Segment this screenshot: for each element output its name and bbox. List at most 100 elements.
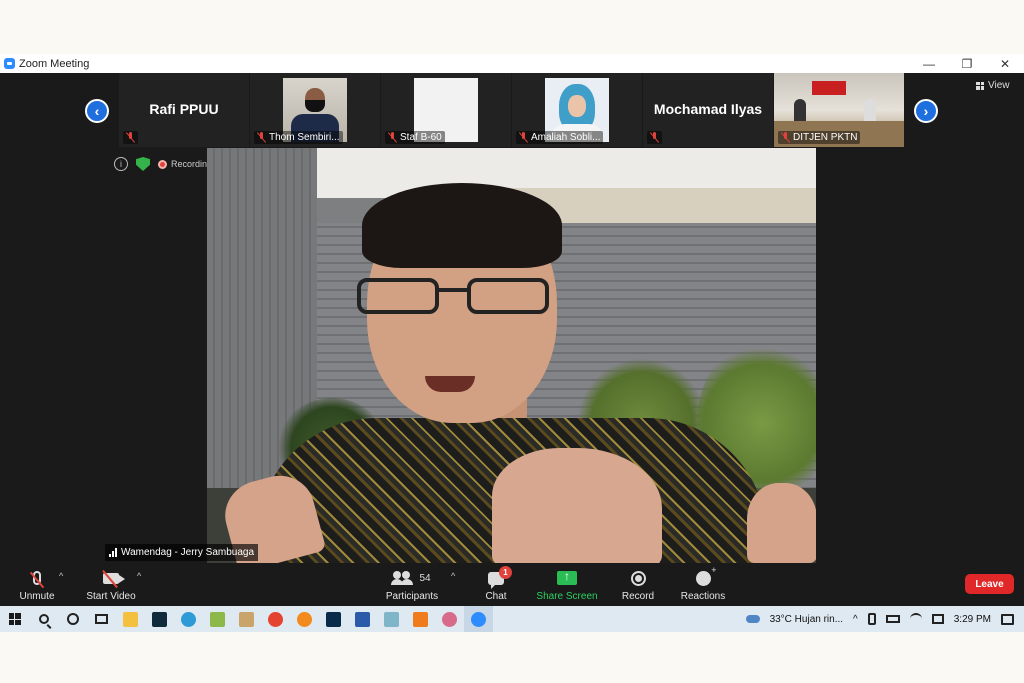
active-speaker-video <box>207 148 816 563</box>
start-video-button[interactable]: Start Video <box>84 563 138 606</box>
photoshop-icon <box>326 611 341 627</box>
leave-button[interactable]: Leave <box>965 574 1014 594</box>
task-view-icon <box>95 614 108 624</box>
task-view-button[interactable] <box>87 606 116 632</box>
next-page-button[interactable]: › <box>914 99 938 123</box>
close-button[interactable]: ✕ <box>986 54 1024 73</box>
windows-icon <box>8 613 21 625</box>
participant-tile[interactable]: Mochamad Ilyas <box>643 73 773 147</box>
participant-tile[interactable]: Staf B-60 <box>381 73 511 147</box>
cortana-icon <box>66 613 79 625</box>
participant-label: Staf B-60 <box>385 131 445 144</box>
taskbar-app[interactable] <box>145 606 174 632</box>
meeting-area: ‹ Rafi PPUU Thom Sembiri... Staf B-60 Am… <box>0 73 1024 563</box>
participant-tile[interactable]: Rafi PPUU <box>119 73 249 147</box>
taskbar-app[interactable] <box>319 606 348 632</box>
mic-muted-icon <box>126 132 135 143</box>
firefox-icon <box>297 611 312 627</box>
participant-strip: Rafi PPUU Thom Sembiri... Staf B-60 Amal… <box>119 73 904 147</box>
clock-time[interactable]: 3:29 PM <box>954 614 991 625</box>
audio-options-caret[interactable]: ^ <box>59 571 63 581</box>
app-icon <box>210 611 225 627</box>
wifi-icon[interactable] <box>909 613 922 625</box>
taskbar-app[interactable] <box>377 606 406 632</box>
taskbar-search-button[interactable] <box>29 606 58 632</box>
record-icon <box>630 570 646 586</box>
share-screen-icon <box>557 569 577 585</box>
participant-label: Thom Sembiri... <box>254 131 343 144</box>
taskbar-app[interactable] <box>290 606 319 632</box>
participants-label: Participants <box>385 591 439 602</box>
mic-muted-icon <box>257 132 266 143</box>
weather-text[interactable]: 33°C Hujan rin... <box>770 614 843 625</box>
participant-name: Mochamad Ilyas <box>653 101 763 117</box>
app-icon <box>384 611 399 627</box>
microphone-muted-icon <box>33 571 41 585</box>
share-screen-button[interactable]: Share Screen <box>536 563 598 606</box>
info-icon[interactable]: i <box>114 157 128 171</box>
taskbar-app[interactable] <box>435 606 464 632</box>
reactions-button[interactable]: Reactions <box>680 563 726 606</box>
cortana-button[interactable] <box>58 606 87 632</box>
participant-label <box>647 131 662 144</box>
reactions-icon <box>695 565 717 586</box>
mic-muted-icon <box>650 132 659 143</box>
taskbar-app[interactable] <box>116 606 145 632</box>
battery-icon[interactable] <box>885 615 900 623</box>
start-video-label: Start Video <box>86 591 136 602</box>
view-button[interactable]: View <box>976 80 1010 91</box>
participant-tile[interactable]: DITJEN PKTN <box>774 73 904 147</box>
zoom-window: Zoom Meeting — ❐ ✕ ‹ Rafi PPUU Thom Semb… <box>0 54 1024 632</box>
participant-name: Rafi PPUU <box>149 101 219 117</box>
app-icon <box>413 611 428 627</box>
taskbar-app[interactable] <box>406 606 435 632</box>
participants-button[interactable]: 54 Participants <box>384 563 440 606</box>
unmute-button[interactable]: Unmute <box>16 563 58 606</box>
taskbar-app[interactable] <box>203 606 232 632</box>
windows-taskbar: 33°C Hujan rin... ^ 3:29 PM <box>0 606 1024 632</box>
speaker-name-label: Wamendag - Jerry Sambuaga <box>105 544 259 561</box>
word-icon <box>355 611 370 627</box>
chat-unread-badge: 1 <box>499 566 512 579</box>
device-icon[interactable] <box>867 613 876 625</box>
participant-name: Amaliah Sobli... <box>531 132 601 143</box>
chat-label: Chat <box>485 591 507 602</box>
recording-label: Recording <box>171 159 213 169</box>
participant-label <box>123 131 138 144</box>
weather-icon <box>745 615 760 623</box>
participants-icon <box>391 571 413 585</box>
notification-icon[interactable] <box>1001 613 1014 625</box>
start-button[interactable] <box>0 606 29 632</box>
chrome-icon <box>268 611 283 627</box>
minimize-button[interactable]: — <box>910 54 948 73</box>
record-button[interactable]: Record <box>620 563 656 606</box>
search-icon <box>38 614 49 624</box>
system-tray: 33°C Hujan rin... ^ 3:29 PM <box>745 613 1024 625</box>
taskbar-app[interactable] <box>174 606 203 632</box>
chat-button[interactable]: 1 Chat <box>480 563 512 606</box>
participants-options-caret[interactable]: ^ <box>451 571 455 581</box>
participant-tile[interactable]: Thom Sembiri... <box>250 73 380 147</box>
taskbar-app-zoom[interactable] <box>464 606 493 632</box>
meeting-toolbar: Unmute ^ Start Video ^ 54 Participants ^… <box>0 563 1024 606</box>
tray-overflow-chevron[interactable]: ^ <box>853 614 858 625</box>
restore-button[interactable]: ❐ <box>948 54 986 73</box>
display-icon[interactable] <box>931 614 944 624</box>
prev-page-button[interactable]: ‹ <box>85 99 109 123</box>
taskbar-app[interactable] <box>348 606 377 632</box>
video-options-caret[interactable]: ^ <box>137 571 141 581</box>
record-label: Record <box>621 591 655 602</box>
participant-tile[interactable]: Amaliah Sobli... <box>512 73 642 147</box>
taskbar-app[interactable] <box>232 606 261 632</box>
speaker-name: Wamendag - Jerry Sambuaga <box>121 547 255 558</box>
participants-count: 54 <box>419 572 431 584</box>
meeting-status: i Recording <box>114 157 212 171</box>
participant-name: Staf B-60 <box>400 132 442 143</box>
taskbar-app[interactable] <box>261 606 290 632</box>
shield-icon[interactable] <box>136 157 150 171</box>
file-explorer-icon <box>123 611 138 627</box>
participant-name: DITJEN PKTN <box>793 132 858 143</box>
participant-label: Amaliah Sobli... <box>516 131 604 144</box>
participant-name: Thom Sembiri... <box>269 132 340 143</box>
mic-muted-icon <box>519 132 528 143</box>
